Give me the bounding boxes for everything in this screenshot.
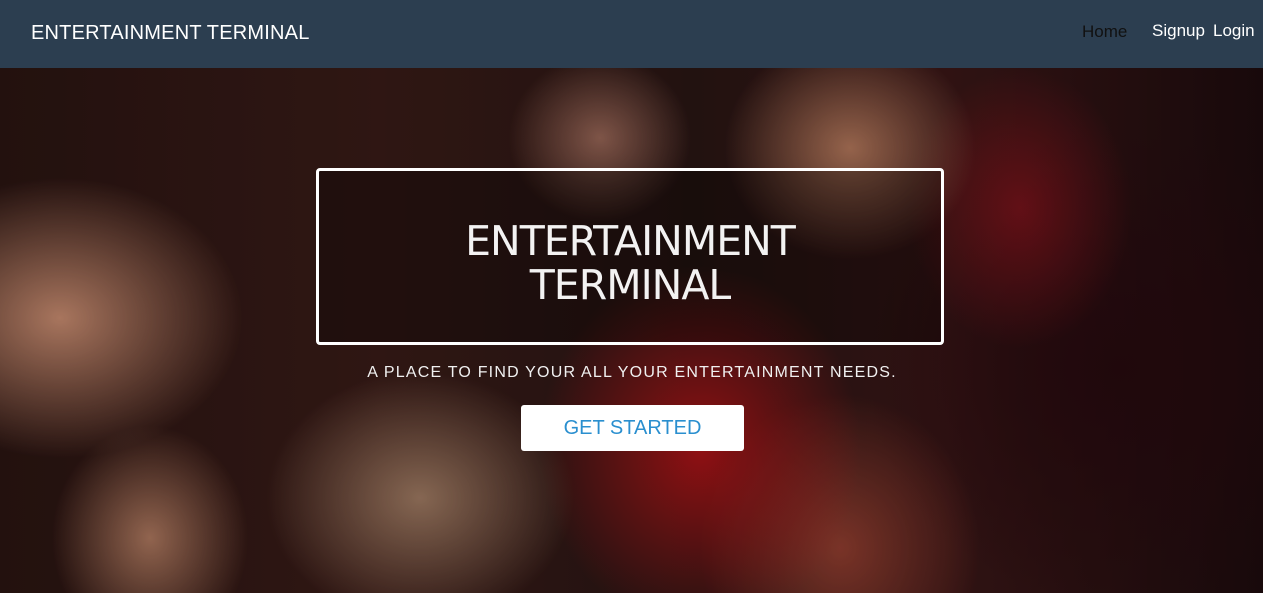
nav-link-signup[interactable]: Signup bbox=[1152, 21, 1205, 41]
nav-link-login[interactable]: Login bbox=[1213, 21, 1255, 41]
nav-link-home[interactable]: Home bbox=[1082, 22, 1127, 42]
hero-title-box: ENTERTAINMENT TERMINAL bbox=[316, 168, 944, 345]
brand-link[interactable]: ENTERTAINMENT TERMINAL bbox=[31, 22, 310, 45]
hero-tagline: A PLACE TO FIND YOUR ALL YOUR ENTERTAINM… bbox=[367, 364, 897, 381]
hero-title-line-2: TERMINAL bbox=[529, 261, 731, 309]
get-started-button[interactable]: GET STARTED bbox=[521, 405, 744, 451]
hero-title-line-1: ENTERTAINMENT bbox=[465, 217, 796, 265]
top-navbar: ENTERTAINMENT TERMINAL Home Signup Login bbox=[0, 0, 1263, 68]
